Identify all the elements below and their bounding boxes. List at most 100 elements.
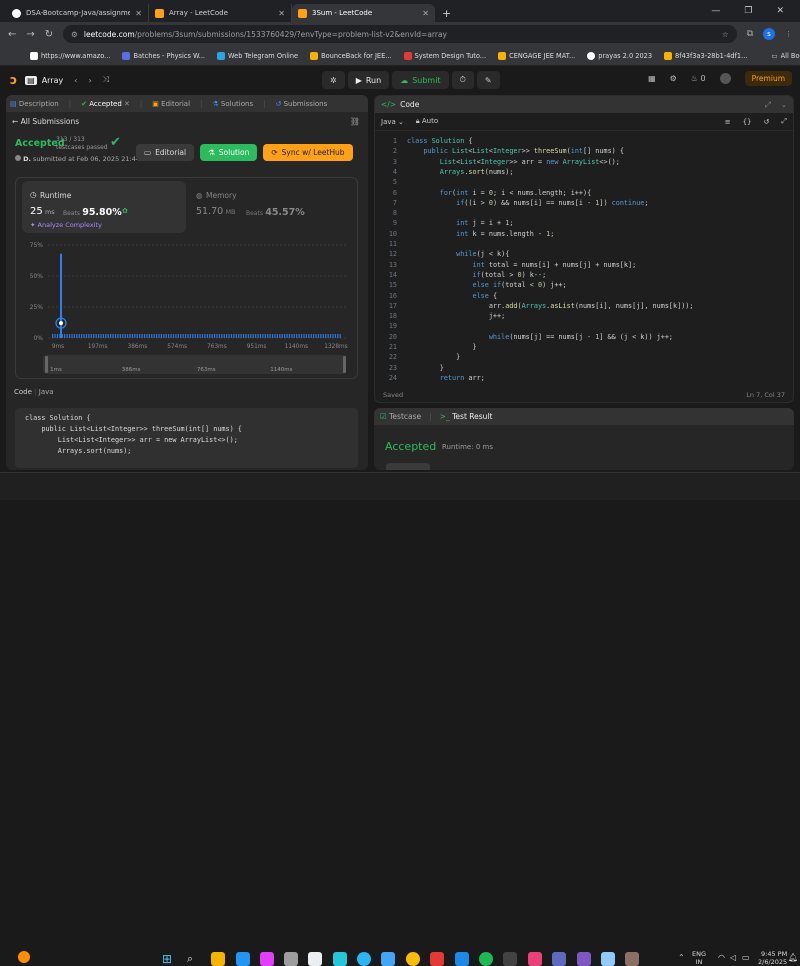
menu-icon[interactable]: ⋮: [785, 30, 792, 38]
volume-icon[interactable]: ◁: [730, 953, 736, 962]
run-button[interactable]: ▶ Run: [347, 71, 390, 89]
tab-label: Description: [18, 99, 59, 108]
maximize-icon[interactable]: ⤢: [765, 100, 771, 110]
start-icon[interactable]: ⊞: [162, 952, 172, 966]
tab-test-result[interactable]: >_ Test Result: [440, 412, 493, 421]
restore-icon[interactable]: ❐: [744, 6, 752, 16]
store-icon[interactable]: [381, 952, 395, 966]
bookmark-item[interactable]: prayas 2.0 2023: [587, 51, 652, 60]
language-select[interactable]: Java ⌄: [381, 118, 404, 126]
new-tab-button[interactable]: +: [435, 4, 458, 22]
submit-button[interactable]: ☁ Submit: [392, 71, 449, 89]
all-bookmarks[interactable]: ▭All Bookmarks: [771, 52, 800, 60]
app-icon[interactable]: [552, 952, 566, 966]
problem-list-nav[interactable]: ▤ Array ‹ › ⤨: [25, 75, 109, 85]
premium-button[interactable]: Premium: [744, 71, 792, 86]
forward-icon[interactable]: →: [26, 29, 34, 40]
code-area[interactable]: 1 class Solution {2 public List<List<Inte…: [375, 134, 793, 384]
close-tab-icon[interactable]: ✕: [124, 100, 130, 108]
distribution-bar: [329, 334, 332, 338]
vscode-icon[interactable]: [455, 952, 469, 966]
tab-accepted[interactable]: ✔ Accepted ✕: [81, 100, 130, 108]
tray-chevron-icon[interactable]: ⌃: [678, 953, 685, 962]
tab-description[interactable]: ▤ Description: [10, 100, 59, 108]
sync-icon: ⟳: [271, 148, 278, 157]
telegram-icon[interactable]: [357, 952, 371, 966]
browser-tab-array[interactable]: Array - LeetCode ✕: [149, 4, 292, 22]
close-window-icon[interactable]: ✕: [776, 6, 784, 16]
profile-avatar[interactable]: s: [763, 28, 775, 40]
notes-button[interactable]: ✎: [476, 71, 500, 89]
collapse-icon[interactable]: ⌄: [781, 100, 787, 109]
close-tab-icon[interactable]: ✕: [135, 9, 142, 18]
analyze-complexity-link[interactable]: ✦ Analyze Complexity: [30, 221, 102, 229]
close-tab-icon[interactable]: ✕: [278, 9, 285, 18]
streak-counter[interactable]: ♨ 0: [691, 74, 706, 83]
battery-icon[interactable]: ▭: [742, 953, 750, 962]
format-icon[interactable]: {}: [743, 118, 752, 126]
minimize-icon[interactable]: —: [711, 6, 720, 16]
next-problem-icon[interactable]: ›: [88, 76, 91, 85]
runtime-distribution-chart[interactable]: 75% 50% 25% 0% 9ms 197ms 386ms 574ms 763ms 951ms 1…: [6, 240, 368, 385]
copilot-icon[interactable]: [260, 952, 274, 966]
bookmark-item[interactable]: BounceBack for JEE...: [310, 51, 392, 60]
settings-app-icon[interactable]: [284, 952, 298, 966]
layout-icon[interactable]: ▦: [648, 74, 656, 83]
browser-tab-3sum[interactable]: 3Sum - LeetCode ✕: [292, 4, 435, 22]
fullscreen-icon[interactable]: ⤢: [781, 117, 787, 126]
autocomplete-toggle[interactable]: 🔒︎ Auto: [416, 117, 438, 126]
close-tab-icon[interactable]: ✕: [422, 9, 429, 18]
case-button[interactable]: [386, 463, 430, 470]
file-explorer-icon[interactable]: [211, 952, 225, 966]
all-submissions-link[interactable]: ← All Submissions: [12, 117, 79, 126]
bookmark-item[interactable]: System Design Tuto...: [403, 51, 486, 60]
timer-button[interactable]: ⏱: [451, 71, 474, 89]
link-icon[interactable]: ⛓: [350, 117, 360, 126]
notifications-icon[interactable]: 🔔︎: [788, 953, 798, 962]
wifi-icon[interactable]: ◠: [718, 953, 725, 962]
bookmark-star-icon[interactable]: ☆: [722, 30, 729, 39]
bookmark-item[interactable]: Web Telegram Online: [217, 51, 298, 60]
back-icon[interactable]: ←: [8, 29, 16, 40]
spotify-icon[interactable]: [479, 952, 493, 966]
weather-icon[interactable]: [18, 951, 30, 963]
terminal-app-icon[interactable]: [503, 952, 517, 966]
solution-button[interactable]: ⚗ Solution: [200, 144, 258, 161]
site-info-icon[interactable]: ⚙: [71, 30, 78, 39]
leetcode-logo-icon[interactable]: ↄ: [10, 73, 17, 87]
reload-icon[interactable]: ↻: [45, 29, 53, 40]
debug-button[interactable]: ✲: [322, 71, 345, 89]
app-icon[interactable]: [601, 952, 615, 966]
sync-leethub-button[interactable]: ⟳ Sync w/ LeetHub: [263, 144, 353, 161]
tab-testcase[interactable]: ☑ Testcase: [380, 412, 421, 421]
edge-icon[interactable]: [333, 952, 347, 966]
bookmark-item[interactable]: https://www.amazo...: [30, 51, 110, 60]
shuffle-icon[interactable]: ⤨: [103, 75, 109, 85]
clock[interactable]: 9:45 PM 2/6/2025: [758, 950, 787, 966]
photos-icon[interactable]: [308, 952, 322, 966]
teams-icon[interactable]: [577, 952, 591, 966]
app-icon[interactable]: [625, 952, 639, 966]
notes-icon[interactable]: ≡: [725, 118, 731, 126]
bookmark-item[interactable]: Batches - Physics W...: [122, 51, 205, 60]
reset-icon[interactable]: ↺: [764, 118, 770, 126]
language-indicator[interactable]: ENG IN: [692, 950, 706, 966]
user-avatar[interactable]: [719, 73, 731, 84]
chrome-icon[interactable]: [406, 952, 420, 966]
tab-solutions[interactable]: ⚗ Solutions: [212, 100, 253, 108]
cloud-upload-icon: ☁: [400, 75, 409, 85]
chat-icon[interactable]: [236, 952, 250, 966]
tab-submissions[interactable]: ↺ Submissions: [275, 100, 327, 108]
editorial-button[interactable]: ▭ Editorial: [136, 144, 195, 161]
url-field[interactable]: ⚙ leetcode.com/problems/3sum/submissions…: [63, 25, 737, 43]
tab-editorial[interactable]: ▣ Editorial: [152, 100, 190, 108]
extensions-icon[interactable]: ⧉: [747, 29, 753, 39]
intellij-icon[interactable]: [528, 952, 542, 966]
settings-icon[interactable]: ⚙: [670, 74, 677, 83]
bookmark-item[interactable]: 8f43f3a3-28b1-4df1...: [664, 51, 747, 60]
prev-problem-icon[interactable]: ‹: [74, 76, 77, 85]
search-icon[interactable]: ⌕: [187, 952, 193, 966]
youtube-icon[interactable]: [430, 952, 444, 966]
bookmark-item[interactable]: CENGAGE JEE MAT...: [498, 51, 575, 60]
browser-tab-github[interactable]: DSA-Bootcamp-Java/assignme ✕: [6, 4, 149, 22]
